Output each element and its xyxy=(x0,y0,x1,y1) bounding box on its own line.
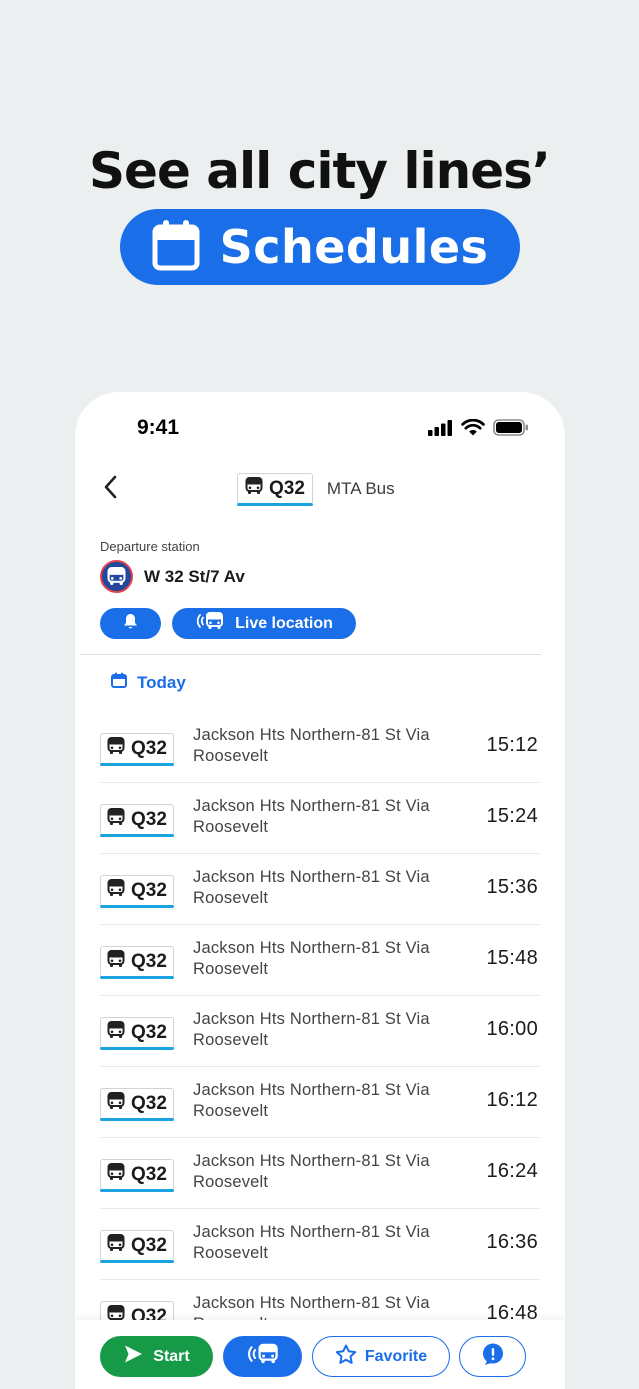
battery-icon xyxy=(493,419,529,441)
schedules-label: Schedules xyxy=(219,220,489,274)
chevron-left-icon xyxy=(103,475,117,504)
live-bus-icon xyxy=(246,1342,280,1371)
row-route-number: Q32 xyxy=(131,950,167,972)
today-selector[interactable]: Today xyxy=(111,672,186,693)
row-departure-time: 16:12 xyxy=(486,1089,538,1111)
route-badge: Q32 xyxy=(100,875,174,908)
row-destination: Jackson Hts Northern-81 St Via Roosevelt xyxy=(193,939,430,978)
schedule-row[interactable]: Q32 Jackson Hts Northern-81 St Via Roosev… xyxy=(100,783,540,854)
bus-icon xyxy=(107,1092,125,1115)
bus-icon xyxy=(107,808,125,831)
bus-icon xyxy=(107,737,125,760)
cellular-signal-icon xyxy=(428,419,453,441)
schedule-row[interactable]: Q32 Jackson Hts Northern-81 St Via Roosev… xyxy=(100,1209,540,1280)
start-label: Start xyxy=(153,1347,190,1365)
favorite-label: Favorite xyxy=(364,1347,428,1365)
agency-name: MTA Bus xyxy=(326,478,395,498)
row-departure-time: 15:36 xyxy=(486,876,538,898)
row-route-number: Q32 xyxy=(131,737,167,759)
row-departure-time: 15:12 xyxy=(486,734,538,756)
calendar-icon xyxy=(152,219,200,276)
route-badge: Q32 xyxy=(100,1017,174,1050)
favorite-button[interactable]: Favorite xyxy=(312,1336,450,1377)
bus-icon xyxy=(107,1021,125,1044)
route-badge: Q32 xyxy=(100,733,174,766)
row-destination: Jackson Hts Northern-81 St Via Roosevelt xyxy=(193,868,430,907)
bus-icon xyxy=(107,950,125,973)
back-button[interactable] xyxy=(95,472,125,506)
route-badge: Q32 xyxy=(100,1230,174,1263)
row-route-number: Q32 xyxy=(131,808,167,830)
bus-icon xyxy=(107,1163,125,1186)
schedule-list: Q32 Jackson Hts Northern-81 St Via Roosev… xyxy=(100,712,540,1351)
route-number: Q32 xyxy=(269,477,305,499)
route-title: Q32 MTA Bus xyxy=(237,473,395,506)
row-destination: Jackson Hts Northern-81 St Via Roosevelt xyxy=(193,726,430,765)
row-departure-time: 15:24 xyxy=(486,805,538,827)
today-label: Today xyxy=(137,672,186,692)
schedule-row[interactable]: Q32 Jackson Hts Northern-81 St Via Roosev… xyxy=(100,996,540,1067)
wifi-icon xyxy=(461,418,485,441)
bell-icon xyxy=(123,613,138,635)
row-departure-time: 16:24 xyxy=(486,1160,538,1182)
bus-icon xyxy=(107,879,125,902)
schedule-row[interactable]: Q32 Jackson Hts Northern-81 St Via Roosev… xyxy=(100,1138,540,1209)
bus-icon xyxy=(245,477,263,500)
action-row: Live location xyxy=(100,608,356,639)
bus-icon xyxy=(107,1234,125,1257)
schedule-row[interactable]: Q32 Jackson Hts Northern-81 St Via Roosev… xyxy=(100,1067,540,1138)
schedule-row[interactable]: Q32 Jackson Hts Northern-81 St Via Roosev… xyxy=(100,925,540,996)
row-route-number: Q32 xyxy=(131,1163,167,1185)
calendar-small-icon xyxy=(111,672,127,693)
row-departure-time: 16:36 xyxy=(486,1231,538,1253)
departure-label: Departure station xyxy=(100,539,200,554)
status-icons xyxy=(428,418,529,441)
status-bar: 9:41 xyxy=(75,392,565,462)
departure-station[interactable]: W 32 St/7 Av xyxy=(100,560,245,593)
schedule-row[interactable]: Q32 Jackson Hts Northern-81 St Via Roosev… xyxy=(100,712,540,783)
route-badge: Q32 xyxy=(237,473,313,506)
row-destination: Jackson Hts Northern-81 St Via Roosevelt xyxy=(193,1010,430,1049)
bus-stop-icon xyxy=(100,560,133,593)
row-route-number: Q32 xyxy=(131,1234,167,1256)
route-badge: Q32 xyxy=(100,1088,174,1121)
row-route-number: Q32 xyxy=(131,879,167,901)
navigation-arrow-icon xyxy=(123,1344,143,1369)
station-name: W 32 St/7 Av xyxy=(144,566,245,586)
row-departure-time: 16:00 xyxy=(486,1018,538,1040)
divider xyxy=(80,654,541,655)
route-badge: Q32 xyxy=(100,804,174,837)
bottom-action-bar: Start Favorite xyxy=(75,1312,565,1389)
row-destination: Jackson Hts Northern-81 St Via Roosevelt xyxy=(193,1081,430,1120)
start-button[interactable]: Start xyxy=(100,1336,213,1377)
row-route-number: Q32 xyxy=(131,1021,167,1043)
route-badge: Q32 xyxy=(100,946,174,979)
nav-header: Q32 MTA Bus xyxy=(75,464,565,514)
schedule-row[interactable]: Q32 Jackson Hts Northern-81 St Via Roosev… xyxy=(100,854,540,925)
live-location-button[interactable]: Live location xyxy=(172,608,356,639)
row-departure-time: 15:48 xyxy=(486,947,538,969)
live-location-label: Live location xyxy=(235,614,333,632)
row-route-number: Q32 xyxy=(131,1092,167,1114)
schedules-pill: Schedules xyxy=(120,209,520,285)
alert-button[interactable] xyxy=(100,608,161,639)
phone-screen: 9:41 Q32 MTA Bus Departure station W 32 … xyxy=(75,392,565,1389)
live-tracking-button[interactable] xyxy=(223,1336,302,1377)
promo-headline: See all city lines’ xyxy=(89,142,551,200)
row-destination: Jackson Hts Northern-81 St Via Roosevelt xyxy=(193,1223,430,1262)
row-destination: Jackson Hts Northern-81 St Via Roosevelt xyxy=(193,1152,430,1191)
row-destination: Jackson Hts Northern-81 St Via Roosevelt xyxy=(193,797,430,836)
feedback-icon xyxy=(481,1342,505,1371)
star-icon xyxy=(335,1344,357,1370)
status-time: 9:41 xyxy=(137,416,180,439)
route-badge: Q32 xyxy=(100,1159,174,1192)
live-bus-icon xyxy=(195,612,225,635)
report-button[interactable] xyxy=(459,1336,526,1377)
